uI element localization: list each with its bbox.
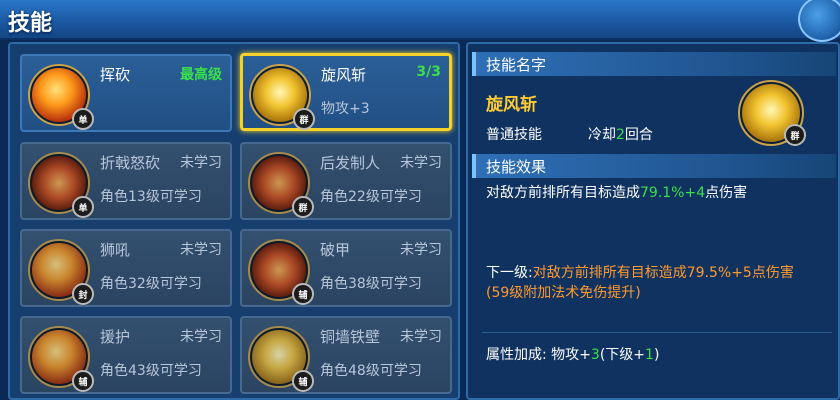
divider: [482, 332, 832, 333]
next-level-note: (59级附加法术免伤提升): [486, 285, 641, 301]
bonus-mid: (下级+: [599, 347, 646, 363]
skill-type: 普通技能: [486, 127, 542, 143]
skill-card-1[interactable]: 单 挥砍 最高级: [20, 54, 232, 132]
skill-status: 未学习: [400, 155, 442, 171]
skill-sub: 物攻+3: [321, 101, 370, 117]
skill-status: 未学习: [400, 242, 442, 258]
skill-status: 未学习: [180, 329, 222, 345]
skill-status: 最高级: [180, 67, 222, 83]
next-level-label: 下一级:: [486, 265, 533, 281]
section-title: 技能效果: [486, 158, 547, 176]
skill-name: 援护: [100, 328, 131, 346]
skill-card-2[interactable]: 群 旋风斩 3/3 物攻+3: [240, 53, 452, 131]
skill-card-5[interactable]: 封 狮吼 未学习 角色32级可学习: [20, 229, 232, 307]
detail-skill-name: 旋风斩: [486, 95, 537, 115]
skill-tag-badge: 封: [72, 283, 94, 305]
top-bar: 技能: [0, 0, 840, 42]
attribute-bonus: 属性加成: 物攻+3(下级+1): [486, 344, 659, 364]
skill-name: 破甲: [320, 241, 351, 259]
bonus-end: ): [653, 347, 660, 363]
close-button[interactable]: [798, 0, 840, 42]
skill-name: 挥砍: [100, 66, 131, 84]
skill-effect-text: 对敌方前排所有目标造成79.1%+4点伤害: [486, 182, 747, 202]
skill-name: 后发制人: [320, 154, 381, 172]
skill-tag-badge: 群: [292, 196, 314, 218]
skill-tag-badge: 单: [72, 196, 94, 218]
skill-tag-badge: 单: [72, 108, 94, 130]
skill-sub: 角色43级可学习: [100, 363, 202, 379]
cooldown-suffix: 回合: [624, 127, 653, 143]
page-title: 技能: [8, 11, 53, 36]
skill-card-3[interactable]: 单 折戟怒砍 未学习 角色13级可学习: [20, 142, 232, 220]
skill-sub: 角色48级可学习: [320, 363, 422, 379]
next-level-text: 下一级:对敌方前排所有目标造成79.5%+5点伤害: [486, 262, 794, 282]
skill-status: 未学习: [180, 155, 222, 171]
skill-tag-badge: 群: [293, 108, 315, 130]
bonus-label: 属性加成:: [486, 347, 547, 363]
skill-detail-panel: 技能名字 旋风斩 群 普通技能 冷却2回合 技能效果 对敌方前排所有目标造成79…: [466, 42, 840, 400]
skill-name: 铜墙铁壁: [320, 328, 381, 346]
skill-status: 未学习: [400, 329, 442, 345]
skill-tag-badge: 辅: [292, 283, 314, 305]
skill-cooldown: 冷却2回合: [588, 124, 653, 144]
skill-card-8[interactable]: 辅 铜墙铁壁 未学习 角色48级可学习: [240, 316, 452, 394]
section-title: 技能名字: [486, 56, 547, 74]
skill-status: 未学习: [180, 242, 222, 258]
skill-sub: 角色13级可学习: [100, 189, 202, 205]
skill-tag-badge: 辅: [72, 370, 94, 392]
effect-suffix: 点伤害: [705, 185, 748, 201]
skill-card-6[interactable]: 辅 破甲 未学习 角色38级可学习: [240, 229, 452, 307]
skill-name: 折戟怒砍: [100, 154, 161, 172]
bonus-next: 1: [645, 347, 654, 363]
skill-tag-badge: 辅: [292, 370, 314, 392]
skill-status: 3/3: [416, 64, 441, 80]
skill-effect-header: 技能效果: [472, 154, 836, 178]
skill-card-4[interactable]: 群 后发制人 未学习 角色22级可学习: [240, 142, 452, 220]
cooldown-prefix: 冷却: [588, 127, 616, 143]
skill-list-panel: 单 挥砍 最高级 群 旋风斩 3/3 物攻+3 单 折戟怒砍 未学习 角色13级…: [8, 42, 460, 400]
cooldown-value: 2: [616, 127, 625, 143]
skill-name-header: 技能名字: [472, 52, 836, 76]
skill-card-7[interactable]: 辅 援护 未学习 角色43级可学习: [20, 316, 232, 394]
detail-skill-tag-badge: 群: [784, 124, 806, 146]
effect-value: 79.1%+4: [640, 185, 706, 201]
skill-sub: 角色32级可学习: [100, 276, 202, 292]
next-level-effect: 对敌方前排所有目标造成79.5%+5点伤害: [532, 265, 794, 281]
skill-sub: 角色38级可学习: [320, 276, 422, 292]
skill-name: 狮吼: [100, 241, 131, 259]
skill-name: 旋风斩: [321, 66, 367, 84]
effect-prefix: 对敌方前排所有目标造成: [486, 185, 640, 201]
skill-sub: 角色22级可学习: [320, 189, 422, 205]
bonus-prefix: 物攻+: [551, 347, 591, 363]
bonus-value: 3: [590, 347, 600, 363]
